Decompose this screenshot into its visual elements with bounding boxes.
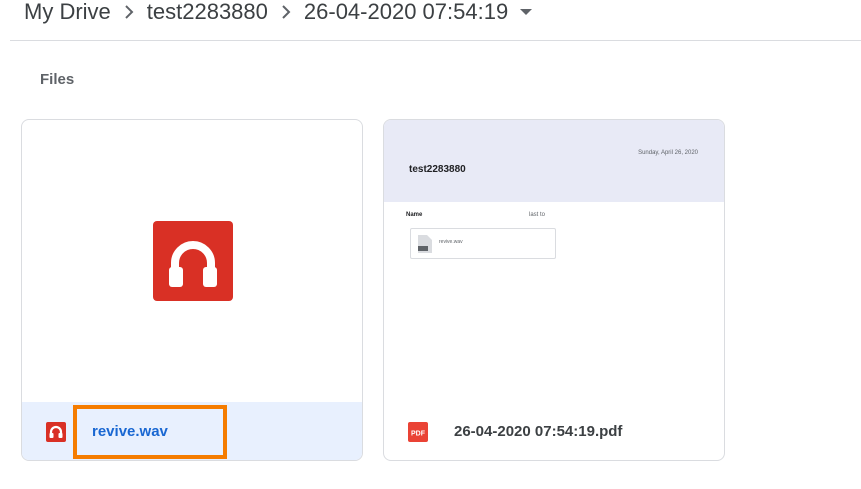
file-card-pdf[interactable]: Sunday, April 26, 2020 test2283880 Name … xyxy=(383,119,725,461)
breadcrumb-my-drive[interactable]: My Drive xyxy=(24,0,111,25)
file-card-audio[interactable]: revive.wav xyxy=(21,119,363,461)
file-card-footer[interactable]: PDF 26-04-2020 07:54:19.pdf xyxy=(384,402,724,460)
chevron-right-icon xyxy=(268,5,304,19)
file-name[interactable]: 26-04-2020 07:54:19.pdf xyxy=(454,422,622,442)
pdf-preview-column-name: Name xyxy=(406,212,423,218)
pdf-preview-header: Sunday, April 26, 2020 test2283880 xyxy=(384,120,724,202)
audio-file-icon xyxy=(46,422,66,442)
file-preview[interactable]: Sunday, April 26, 2020 test2283880 Name … xyxy=(384,120,724,402)
svg-text:PDF: PDF xyxy=(411,431,426,438)
header-divider xyxy=(10,40,861,41)
dropdown-arrow-icon[interactable] xyxy=(520,8,533,16)
file-card-footer[interactable]: revive.wav xyxy=(22,402,362,460)
pdf-preview-column-last: last to xyxy=(529,212,546,218)
section-title-files: Files xyxy=(40,71,75,88)
pdf-preview-title: test2283880 xyxy=(409,164,466,175)
breadcrumb-folder[interactable]: test2283880 xyxy=(147,0,268,25)
chevron-right-icon xyxy=(111,5,147,19)
pdf-preview-file-label: revive.wav xyxy=(439,239,463,245)
headphones-icon xyxy=(153,221,233,301)
pdf-preview-date: Sunday, April 26, 2020 xyxy=(638,150,698,156)
breadcrumb: My Drive test2283880 26-04-2020 07:54:19 xyxy=(24,0,533,28)
pdf-preview-file-entry: revive.wav xyxy=(410,228,556,259)
file-name[interactable]: revive.wav xyxy=(92,422,168,442)
file-preview[interactable] xyxy=(22,120,362,402)
pdf-icon: PDF xyxy=(408,422,428,442)
breadcrumb-current-folder[interactable]: 26-04-2020 07:54:19 xyxy=(304,0,508,25)
document-icon xyxy=(418,235,432,253)
